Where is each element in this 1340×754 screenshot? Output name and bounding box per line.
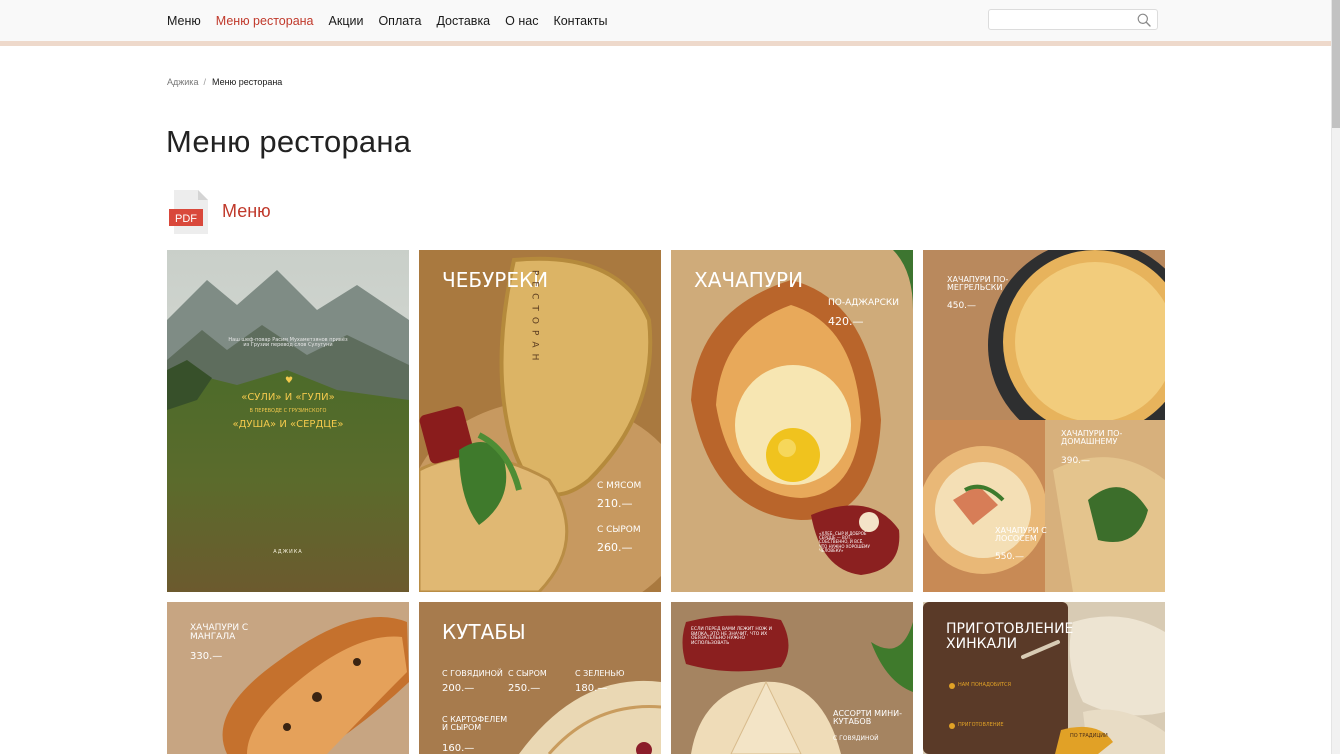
price-2: 250.— <box>508 683 541 694</box>
pdf-file-icon[interactable]: PDF <box>168 189 209 235</box>
tip-text: ЕСЛИ ПЕРЕД ВАМИ ЛЕЖИТ НОЖ И ВИЛКА, ЭТО Н… <box>691 627 772 647</box>
tile-title: КУТАБЫ <box>442 620 526 644</box>
gallery-image-mangal-khachapuri[interactable]: ХАЧАПУРИ С МАНГАЛА 330.— <box>167 602 409 754</box>
mini-kutaby-image <box>671 602 913 754</box>
tile-title: ХАЧАПУРИ ПО-МЕГРЕЛЬСКИ <box>947 275 1009 293</box>
price-2: 260.— <box>597 541 633 554</box>
nav-item-contacts[interactable]: Контакты <box>553 14 607 28</box>
tile-title: АССОРТИ МИНИ-КУТАБОВ <box>833 709 902 727</box>
breadcrumb-home-link[interactable]: Аджика <box>167 77 198 87</box>
price-3: 550.— <box>995 552 1025 562</box>
nav-item-restaurant-menu[interactable]: Меню ресторана <box>216 14 314 28</box>
option-2: С СЫРОМ <box>597 525 641 535</box>
brand-logo: АДЖИКА <box>273 549 303 555</box>
page-title: Меню ресторана <box>166 124 412 159</box>
gallery-image-khachapuri[interactable]: ХАЧАПУРИ ПО-АДЖАРСКИ 420.— «ХЛЕБ, СЫР И … <box>671 250 913 592</box>
gallery-image-khachapuri-variants[interactable]: ХАЧАПУРИ ПО-МЕГРЕЛЬСКИ 450.— ХАЧАПУРИ ПО… <box>923 250 1165 592</box>
tile-title: ХАЧАПУРИ <box>694 268 804 292</box>
search-icon[interactable] <box>1137 13 1151 27</box>
tile-title: «СУЛИ» И «ГУЛИ» <box>241 392 335 403</box>
header-divider <box>0 41 1331 46</box>
price-4: 160.— <box>442 743 475 754</box>
tile-title-2: ХАЧАПУРИ ПО-ДОМАШНЕМУ <box>1061 429 1123 447</box>
search-box <box>988 9 1158 30</box>
option-2: С СЫРОМ <box>508 669 547 678</box>
section-preparation: ПРИГОТОВЛЕНИЕ <box>958 722 1004 728</box>
nav-item-promotions[interactable]: Акции <box>329 14 364 28</box>
option-4: С КАРТОФЕЛЕМ И СЫРОМ <box>442 715 508 733</box>
option-3: С ЗЕЛЕНЬЮ <box>575 669 625 678</box>
pdf-menu-link[interactable]: Меню <box>222 201 271 222</box>
gallery-image-intro[interactable]: Наш шеф-повар Расим Мухаметзянов привёз … <box>167 250 409 592</box>
tile-side-text: РЕСТОРАН <box>529 270 540 367</box>
intro-text: Наш шеф-повар Расим Мухаметзянов привёз … <box>228 337 348 349</box>
price-1: 200.— <box>442 683 475 694</box>
tile-title: ХАЧАПУРИ С МАНГАЛА <box>190 623 249 643</box>
scrollbar-thumb[interactable] <box>1332 0 1340 128</box>
tradition-badge: ПО ТРАДИЦИИ <box>1070 733 1108 739</box>
breadcrumb-current: Меню ресторана <box>211 77 283 87</box>
breadcrumb-separator: / <box>203 77 206 87</box>
tile-title: ПРИГОТОВЛЕНИЕ ХИНКАЛИ <box>946 621 1074 652</box>
price-1: 210.— <box>597 497 633 510</box>
heart-icon: ♥ <box>285 376 294 386</box>
gallery-image-kutaby[interactable]: КУТАБЫ С ГОВЯДИНОЙ 200.— С СЫРОМ 250.— С… <box>419 602 661 754</box>
section-ingredients: НАМ ПОНАДОБИТСЯ <box>958 682 1011 688</box>
nav-item-payment[interactable]: Оплата <box>378 14 421 28</box>
quote-text: «ХЛЕБ, СЫР И ДОБРОЕ СЕРДЦЕ — ВОТ, СОБСТВ… <box>819 531 870 553</box>
tile-title-3: ХАЧАПУРИ С ЛОСОСЕМ <box>995 526 1047 544</box>
price-1: 330.— <box>190 651 223 662</box>
breadcrumb: Аджика / Меню ресторана <box>167 77 282 87</box>
gallery-image-mini-kutaby[interactable]: ЕСЛИ ПЕРЕД ВАМИ ЛЕЖИТ НОЖ И ВИЛКА, ЭТО Н… <box>671 602 913 754</box>
gallery-image-chebureki[interactable]: ЧЕБУРЕКИ РЕСТОРАН С МЯСОМ 210.— С СЫРОМ … <box>419 250 661 592</box>
price-1: 450.— <box>947 301 977 311</box>
nav-item-delivery[interactable]: Доставка <box>436 14 490 28</box>
gallery-image-khinkali[interactable]: ПРИГОТОВЛЕНИЕ ХИНКАЛИ НАМ ПОНАДОБИТСЯ ПР… <box>923 602 1165 754</box>
price-1: 420.— <box>828 315 864 328</box>
option-1: ПО-АДЖАРСКИ <box>828 298 899 308</box>
top-navigation-bar: Меню Меню ресторана Акции Оплата Доставк… <box>0 0 1331 41</box>
price-3: 180.— <box>575 683 608 694</box>
nav-item-menu[interactable]: Меню <box>167 14 201 28</box>
tile-subtitle: В ПЕРЕВОДЕ С ГРУЗИНСКОГО <box>249 408 327 414</box>
main-nav: Меню Меню ресторана Акции Оплата Доставк… <box>167 0 622 41</box>
tile-title-2: «ДУША» И «СЕРДЦЕ» <box>232 419 344 430</box>
price-2: 390.— <box>1061 456 1091 466</box>
pdf-badge: PDF <box>175 213 197 225</box>
option-1: С МЯСОМ <box>597 481 642 491</box>
option-1: С ГОВЯДИНОЙ <box>833 735 879 742</box>
nav-item-about[interactable]: О нас <box>505 14 538 28</box>
search-input[interactable] <box>995 11 1135 28</box>
option-1: С ГОВЯДИНОЙ <box>442 669 503 678</box>
